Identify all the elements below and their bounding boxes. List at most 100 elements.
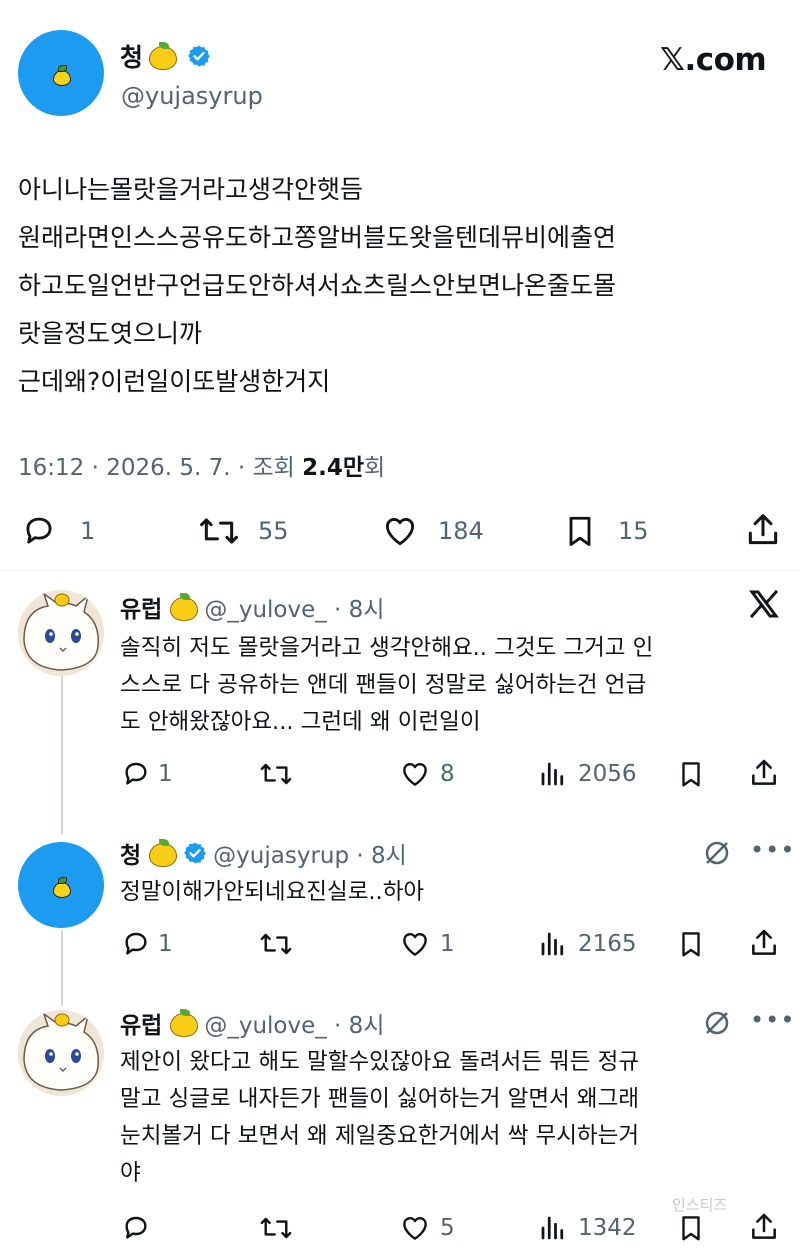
reply1-text: 솔직히 저도 몰랏을거라고 생각안해요.. 그것도 그거고 인 스스로 다 공유… bbox=[120, 630, 790, 741]
reply2-reply-button[interactable]: 1 bbox=[120, 928, 173, 960]
reply1-bookmark-button[interactable] bbox=[676, 758, 706, 790]
reply1-like-button[interactable]: 8 bbox=[398, 758, 455, 790]
heart-icon bbox=[403, 933, 427, 956]
cat-avatar-icon bbox=[18, 590, 104, 676]
reply-icon bbox=[125, 762, 147, 785]
reply3-retweet-button[interactable] bbox=[258, 1212, 294, 1244]
bookmark-icon bbox=[682, 1216, 700, 1241]
x-logo-icon bbox=[748, 588, 780, 620]
main-share-button[interactable] bbox=[744, 510, 782, 550]
reply-line: 솔직히 저도 몰랏을거라고 생각안해요.. 그것도 그거고 인 bbox=[120, 635, 654, 661]
views-chart-icon bbox=[541, 1216, 564, 1240]
reply3-grok-icon[interactable] bbox=[702, 1008, 732, 1038]
reply1-share-button[interactable] bbox=[748, 756, 780, 790]
reply2-avatar[interactable] bbox=[18, 842, 104, 928]
reply-icon bbox=[125, 1216, 147, 1239]
retweet-count: 55 bbox=[258, 517, 289, 545]
x-com-label: 𝕏.com bbox=[660, 42, 767, 78]
reply2-grok-icon[interactable] bbox=[702, 838, 732, 868]
views-chart-icon bbox=[541, 762, 564, 786]
main-like-button[interactable]: 184 bbox=[380, 512, 484, 550]
lemon-icon bbox=[53, 65, 71, 86]
reply2-share-button[interactable] bbox=[748, 926, 780, 960]
share-icon bbox=[752, 929, 776, 955]
retweet-icon bbox=[260, 933, 292, 955]
like-count: 8 bbox=[440, 761, 455, 787]
reply2-like-button[interactable]: 1 bbox=[398, 928, 455, 960]
views-count: 2.4만 bbox=[302, 455, 365, 481]
reply3-like-button[interactable]: 5 bbox=[398, 1212, 455, 1244]
main-retweet-button[interactable]: 55 bbox=[196, 512, 289, 550]
reply-line: 제안이 왔다고 해도 말할수있잖아요 돌려서든 뭐든 정규 bbox=[120, 1049, 640, 1075]
reply2-bookmark-button[interactable] bbox=[676, 928, 706, 960]
reply-line: 눈치볼거 다 보면서 왜 제일중요한거에서 싹 무시하는거 bbox=[120, 1123, 640, 1149]
retweet-icon bbox=[260, 763, 292, 785]
reply1-header: 유럽 @_yulove_ · 8시 bbox=[120, 590, 384, 624]
main-bookmark-button[interactable]: 15 bbox=[562, 512, 649, 550]
reply3-reply-button[interactable] bbox=[120, 1212, 152, 1244]
reply-line: 말고 싱글로 내자든가 팬들이 싫어하는거 알면서 왜그래 bbox=[120, 1086, 640, 1112]
views-chart-icon bbox=[541, 932, 564, 956]
reply2-author-name[interactable]: 청 bbox=[120, 836, 141, 870]
main-avatar[interactable] bbox=[18, 30, 104, 116]
reply-line: 스스로 다 공유하는 앤데 팬들이 정말로 싫어하는건 언급 bbox=[120, 672, 647, 698]
thread-line bbox=[61, 676, 63, 834]
verified-badge-icon bbox=[188, 45, 210, 67]
heart-icon bbox=[403, 1217, 427, 1240]
reply1-retweet-button[interactable] bbox=[258, 758, 294, 790]
share-icon bbox=[748, 514, 778, 545]
reply3-header: 유럽 @_yulove_ · 8시 bbox=[120, 1006, 384, 1040]
like-count: 5 bbox=[440, 1215, 455, 1241]
reply2-header: 청 @yujasyrup · 8시 bbox=[120, 836, 407, 870]
lemon-emoji-icon bbox=[147, 839, 178, 867]
views-count: 1342 bbox=[578, 1215, 637, 1241]
share-icon bbox=[752, 759, 776, 785]
reply1-author-name[interactable]: 유럽 bbox=[120, 590, 162, 624]
reply-icon bbox=[26, 517, 52, 544]
reply1-avatar[interactable] bbox=[18, 590, 104, 676]
reply3-avatar[interactable] bbox=[18, 1010, 104, 1096]
reply1-handle-time[interactable]: @_yulove_ · 8시 bbox=[204, 590, 384, 624]
tweet-line: 하고도일언반구언급도안하셔서쇼츠릴스안보면나온줄도몰 bbox=[18, 271, 617, 300]
main-author-row: 청 bbox=[120, 38, 211, 74]
verified-badge-icon bbox=[184, 842, 207, 864]
reply2-more-icon[interactable]: ••• bbox=[750, 836, 795, 864]
retweet-icon bbox=[260, 1217, 292, 1239]
reply1-views-button[interactable]: 2056 bbox=[538, 758, 637, 790]
reply1-reply-button[interactable]: 1 bbox=[120, 758, 173, 790]
bookmark-count: 15 bbox=[618, 517, 649, 545]
bookmark-icon bbox=[569, 516, 591, 546]
watermark: 인스티즈 bbox=[672, 1196, 728, 1214]
views-count: 2165 bbox=[578, 931, 637, 957]
reply-line: 도 안해왔잖아요... 그런데 왜 이런일이 bbox=[120, 709, 481, 735]
main-author-name[interactable]: 청 bbox=[120, 38, 143, 74]
main-reply-button[interactable]: 1 bbox=[20, 512, 95, 550]
main-tweet-text: 아니나는몰랏을거라고생각안햇듬 원래라면인스스공유도하고쫑알버블도왓을텐데뮤비에… bbox=[18, 166, 788, 406]
reply2-retweet-button[interactable] bbox=[258, 928, 294, 960]
main-handle[interactable]: @yujasyrup bbox=[121, 82, 263, 110]
lemon-emoji-icon bbox=[168, 593, 199, 621]
tweet-line: 랏을정도엿으니까 bbox=[18, 319, 203, 348]
bookmark-icon bbox=[682, 932, 700, 957]
reply3-author-name[interactable]: 유럽 bbox=[120, 1006, 162, 1040]
cat-avatar-icon bbox=[18, 1010, 104, 1096]
reply3-more-icon[interactable]: ••• bbox=[750, 1006, 795, 1034]
reply3-text: 제안이 왔다고 해도 말할수있잖아요 돌려서든 뭐든 정규 말고 싱글로 내자든… bbox=[120, 1044, 790, 1192]
retweet-icon bbox=[200, 518, 238, 544]
timestamp-views-prefix[interactable]: 16:12 · 2026. 5. 7. · 조회 bbox=[18, 455, 302, 481]
bookmark-icon bbox=[682, 762, 700, 787]
views-count: 2056 bbox=[578, 761, 637, 787]
reply2-views-button[interactable]: 2165 bbox=[538, 928, 637, 960]
reply3-bookmark-button[interactable] bbox=[676, 1212, 706, 1244]
reply2-handle-time[interactable]: @yujasyrup · 8시 bbox=[213, 836, 407, 870]
reply3-share-button[interactable] bbox=[748, 1210, 780, 1244]
reply3-handle-time[interactable]: @_yulove_ · 8시 bbox=[204, 1006, 384, 1040]
tweet-line: 근데왜?이런일이또발생한거지 bbox=[18, 367, 331, 396]
main-tweet-meta: 16:12 · 2026. 5. 7. · 조회 2.4만회 bbox=[18, 448, 385, 482]
like-count: 1 bbox=[440, 931, 455, 957]
lemon-emoji-icon bbox=[147, 42, 178, 70]
lemon-icon bbox=[53, 877, 71, 898]
reply-count: 1 bbox=[80, 517, 96, 545]
views-suffix: 회 bbox=[364, 455, 386, 481]
reply3-views-button[interactable]: 1342 bbox=[538, 1212, 637, 1244]
